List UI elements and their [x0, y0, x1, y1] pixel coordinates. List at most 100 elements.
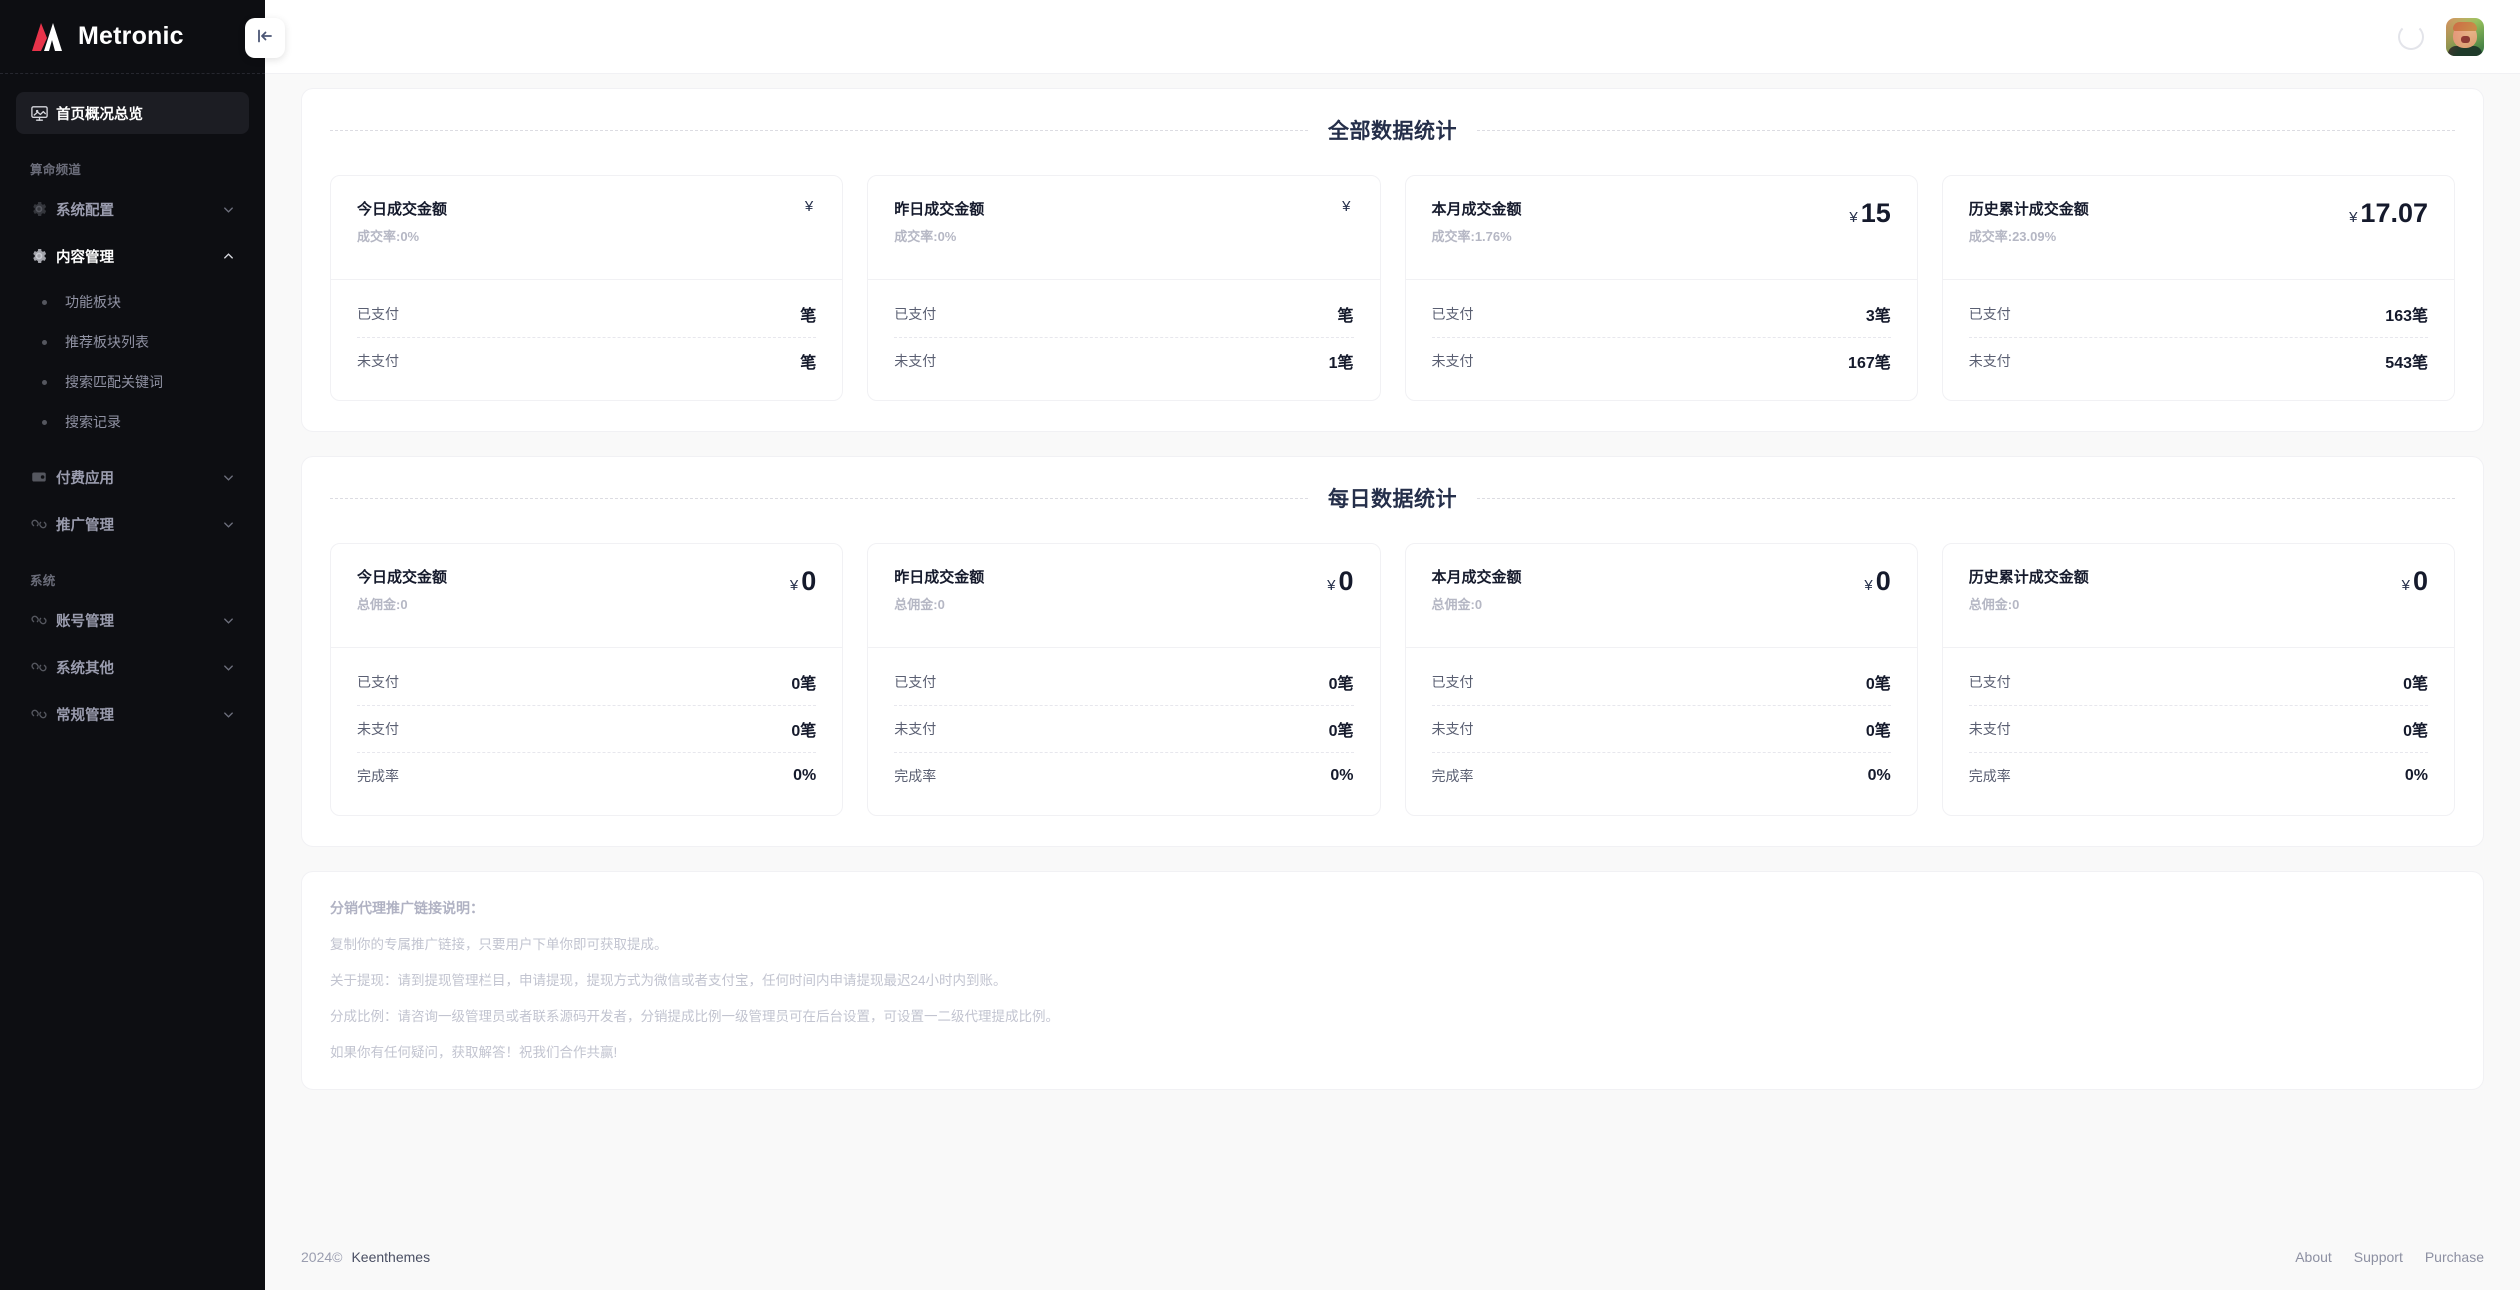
gear-icon: [30, 200, 56, 218]
sidebar-section-label-1: 系统: [30, 574, 56, 588]
stat-card[interactable]: 今日成交金额 总佣金:0 ¥ 0 已支付 0笔 未支付 0笔 完成率 0%: [330, 543, 844, 816]
stat-card-title: 今日成交金额: [357, 201, 448, 218]
sidebar-subitem-label: 功能板块: [65, 294, 121, 310]
stat-card-subtitle: 总佣金:0: [1968, 597, 2020, 612]
stat-row-value: 0笔: [2403, 723, 2428, 740]
stat-row-value: 163笔: [2385, 307, 2428, 325]
stat-row: 已支付 3笔: [1432, 290, 1891, 337]
stat-card-amount: ¥ 0: [1864, 566, 1890, 597]
notes-title: 分销代理推广链接说明：: [330, 900, 484, 916]
stat-card-amount: ¥ 17.07: [2349, 198, 2428, 229]
footer: 2024© Keenthemes About Support Purchase: [265, 1224, 2520, 1290]
stat-row: 完成率 0%: [1968, 752, 2428, 799]
notes-line: 关于提现：请到提现管理栏目，申请提现，提现方式为微信或者支付宝，任何时间内申请提…: [330, 972, 1007, 988]
stat-row: 未支付 0笔: [357, 705, 817, 752]
sidebar-item-account-management[interactable]: 账号管理: [16, 599, 249, 641]
stat-row-label: 未支付: [1968, 353, 2011, 369]
stat-row-label: 已支付: [357, 305, 399, 322]
stat-card-body: 已支付 0笔 未支付 0笔 完成率 0%: [868, 648, 1379, 815]
notes-line: 复制你的专属推广链接，只要用户下单你即可获取提成。: [330, 937, 668, 952]
stat-card[interactable]: 今日成交金额 成交率:0% ¥ 已支付 笔 未支付 笔: [330, 175, 844, 401]
sidebar-item-content-management-label: 内容管理: [56, 249, 114, 266]
stat-row-label: 未支付: [1431, 721, 1474, 737]
bullet-icon: [42, 379, 47, 385]
stat-row-value: 0笔: [1865, 723, 1891, 740]
stat-row-label: 已支付: [1431, 305, 1474, 322]
sidebar-item-general-management[interactable]: 常规管理: [16, 693, 249, 735]
chevron-down-icon: [222, 661, 235, 674]
amount-value: 17.07: [2360, 198, 2428, 228]
sidebar-subitem-function-modules[interactable]: 功能板块: [16, 282, 249, 322]
stat-row: 已支付 163笔: [1969, 290, 2428, 337]
footer-link-support[interactable]: Support: [2354, 1249, 2403, 1265]
page-title: 全部数据统计: [1328, 120, 1457, 143]
stat-card-amount: ¥ 0: [2402, 566, 2428, 597]
app-root: Metronic 首页概况总览 算命频道 系统配置 内容管理 功能板块 推荐板块…: [0, 0, 2520, 1290]
sidebar-subitem-search-records[interactable]: 搜索记录: [16, 402, 249, 442]
stat-row-value: 167笔: [1848, 355, 1891, 372]
sidebar-subitem-recommend-list[interactable]: 推荐板块列表: [16, 322, 249, 362]
divider-left: [330, 497, 1308, 499]
stat-row-label: 已支付: [894, 305, 937, 322]
sidebar-subitem-label: 搜索记录: [65, 414, 121, 430]
stat-row-label: 已支付: [357, 673, 399, 690]
main-area: 全部数据统计 今日成交金额 成交率:0% ¥ 已支付 笔 未支付 笔 昨日成交金…: [265, 0, 2520, 1290]
sidebar-menu: 首页概况总览 算命频道 系统配置 内容管理 功能板块 推荐板块列表 搜索匹配关键…: [0, 74, 265, 1290]
stat-card[interactable]: 昨日成交金额 成交率:0% ¥ 已支付 笔 未支付 1笔: [867, 175, 1381, 401]
monitor-icon: [30, 104, 56, 123]
footer-links: About Support Purchase: [2295, 1249, 2484, 1265]
stat-card-subtitle: 总佣金:0: [357, 597, 408, 612]
bullet-icon: [42, 299, 47, 305]
stat-card-title: 今日成交金额: [357, 569, 448, 586]
sidebar-item-content-management[interactable]: 内容管理: [16, 235, 249, 277]
sidebar-header: Metronic: [0, 0, 265, 74]
stat-card[interactable]: 本月成交金额 总佣金:0 ¥ 0 已支付 0笔 未支付 0笔 完成率 0%: [1404, 543, 1918, 816]
stat-row-value: 0%: [1867, 767, 1891, 784]
currency-symbol: ¥: [804, 198, 814, 215]
sidebar-item-system-config[interactable]: 系统配置: [16, 188, 249, 230]
stat-row-label: 已支付: [894, 673, 937, 690]
stat-card-group: 今日成交金额 成交率:0% ¥ 已支付 笔 未支付 笔 昨日成交金额 成交率:0…: [330, 175, 2455, 401]
stat-card-body: 已支付 163笔 未支付 543笔: [1943, 280, 2454, 400]
stat-row: 已支付 0笔: [1969, 658, 2428, 705]
footer-brand: Keenthemes: [351, 1249, 431, 1265]
divider-left: [330, 129, 1308, 131]
stat-card-title: 本月成交金额: [1431, 201, 1522, 218]
link-icon: [30, 611, 56, 629]
footer-link-about[interactable]: About: [2295, 1249, 2332, 1265]
submenu-content-management: 功能板块 推荐板块列表 搜索匹配关键词 搜索记录: [16, 282, 249, 442]
sidebar-subitem-search-keywords[interactable]: 搜索匹配关键词: [16, 362, 249, 402]
stat-card[interactable]: 本月成交金额 成交率:1.76% ¥ 15 已支付 3笔 未支付 167笔: [1404, 175, 1918, 401]
sidebar-item-system-other[interactable]: 系统其他: [16, 646, 249, 688]
sidebar-item-promotion-management[interactable]: 推广管理: [16, 503, 249, 545]
amount-value: 15: [1860, 198, 1891, 228]
sidebar-item-home[interactable]: 首页概况总览: [16, 92, 249, 134]
sidebar-item-paid-apps[interactable]: 付费应用: [16, 456, 249, 498]
loading-spinner-icon[interactable]: [2398, 23, 2424, 50]
stat-card-head: 昨日成交金额 总佣金:0 ¥ 0: [868, 544, 1380, 648]
stat-row-value: 0笔: [791, 675, 817, 693]
stat-card-body: 已支付 笔 未支付 笔: [331, 280, 842, 400]
stat-card-body: 已支付 0笔 未支付 0笔 完成率 0%: [331, 648, 842, 815]
stat-card-head: 历史累计成交金额 成交率:23.09% ¥ 17.07: [1942, 176, 2454, 280]
stat-card[interactable]: 昨日成交金额 总佣金:0 ¥ 0 已支付 0笔 未支付 0笔 完成率 0%: [867, 543, 1381, 816]
chevron-down-icon: [222, 203, 235, 216]
footer-link-purchase[interactable]: Purchase: [2425, 1249, 2484, 1265]
stat-row-label: 未支付: [357, 353, 399, 369]
stat-row-label: 未支付: [894, 353, 937, 369]
sidebar-item-paid-apps-label: 付费应用: [56, 470, 114, 487]
avatar[interactable]: [2446, 17, 2484, 56]
stat-card[interactable]: 历史累计成交金额 总佣金:0 ¥ 0 已支付 0笔 未支付 0笔 完成率 0%: [1941, 543, 2455, 816]
bullet-icon: [42, 339, 47, 345]
sidebar-section-label-0: 算命频道: [30, 163, 82, 177]
stat-row-value: 0笔: [1328, 723, 1354, 740]
stat-card[interactable]: 历史累计成交金额 成交率:23.09% ¥ 17.07 已支付 163笔 未支付…: [1941, 175, 2455, 401]
stat-row-label: 完成率: [894, 768, 937, 784]
sidebar-collapse-button[interactable]: [245, 18, 285, 58]
chevron-down-icon: [222, 614, 235, 627]
stat-row-value: 543笔: [2385, 355, 2428, 372]
stat-row-label: 完成率: [1968, 768, 2011, 784]
stat-card-title: 昨日成交金额: [894, 201, 985, 218]
stat-card-title: 昨日成交金额: [894, 569, 985, 586]
currency-symbol: ¥: [1864, 577, 1873, 594]
